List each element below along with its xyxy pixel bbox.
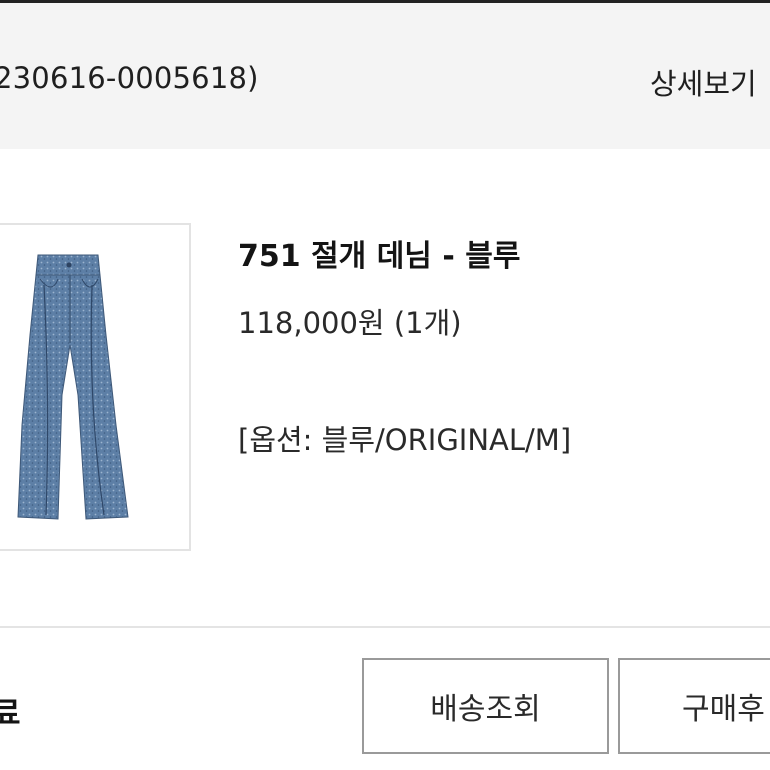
view-details-link[interactable]: 상세보기 [650,61,757,103]
track-shipping-label: 배송조회 [430,692,541,727]
product-price: 118,000원 (1개) [238,306,462,340]
order-header: 230616-0005618) 상세보기 [0,3,770,149]
order-status: 료 [0,696,21,732]
order-number: 230616-0005618) [0,61,259,95]
order-item-card: 230616-0005618) 상세보기 751 절개 데님 - 블루 118,… [0,0,770,770]
track-shipping-button[interactable]: 배송조회 [362,658,609,754]
write-review-button[interactable]: 구매후 [618,658,770,754]
write-review-label: 구매후 [682,692,765,727]
product-option: [옵션: 블루/ORIGINAL/M] [238,423,572,457]
section-divider [0,626,770,628]
product-image[interactable] [0,223,191,551]
denim-jeans-icon [17,254,129,520]
product-name[interactable]: 751 절개 데님 - 블루 [238,231,520,275]
